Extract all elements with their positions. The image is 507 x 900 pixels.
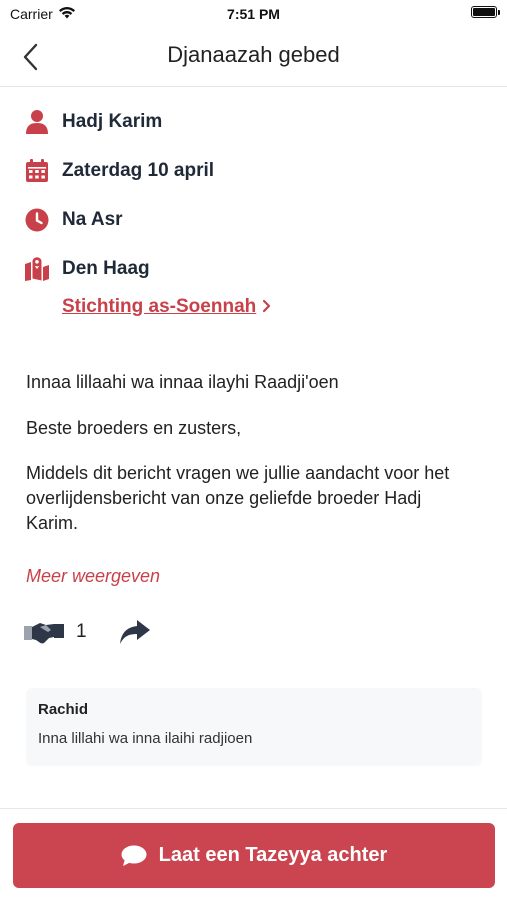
clock-icon — [24, 207, 50, 233]
battery-icon — [471, 6, 500, 18]
cta-label: Laat een Tazeyya achter — [158, 844, 388, 866]
condolence-count: 1 — [76, 621, 87, 642]
show-more-link[interactable]: Meer weergeven — [26, 566, 160, 587]
map-icon — [24, 256, 50, 282]
message-line-1: Innaa lillaahi wa innaa ilayhi Raadji'oe… — [26, 372, 339, 392]
condolence-button[interactable] — [24, 615, 64, 649]
message-line-3: Middels dit bericht vragen we jullie aan… — [26, 463, 450, 533]
organization-label: Stichting as-Soennah — [62, 296, 257, 317]
name-row: Hadj Karim — [24, 109, 162, 135]
funeral-date: Zaterdag 10 april — [62, 160, 215, 181]
comment-text: Inna lillahi wa inna ilaihi radjioen — [38, 730, 253, 747]
date-row: Zaterdag 10 april — [24, 158, 214, 184]
share-icon — [119, 620, 150, 644]
funeral-time: Na Asr — [62, 209, 123, 230]
status-bar: Carrier 7:51 PM — [0, 0, 507, 28]
action-bar: 1 — [24, 615, 155, 649]
user-icon — [24, 109, 50, 135]
page-title: Djanaazah gebed — [167, 42, 340, 67]
comment-card: Rachid Inna lillahi wa inna ilaihi radji… — [26, 688, 482, 766]
chevron-right-icon — [262, 297, 272, 318]
funeral-location: Den Haag — [62, 258, 150, 279]
comment-author: Rachid — [38, 701, 89, 718]
organization-link[interactable]: Stichting as-Soennah — [62, 296, 272, 318]
status-time: 7:51 PM — [227, 6, 280, 22]
location-row: Den Haag — [24, 256, 150, 282]
chat-bubble-icon — [121, 844, 149, 868]
time-row: Na Asr — [24, 207, 123, 233]
handshake-icon — [24, 623, 64, 644]
share-button[interactable] — [119, 615, 155, 649]
deceased-name: Hadj Karim — [62, 111, 163, 132]
leave-tazeyya-button[interactable]: Laat een Tazeyya achter — [13, 823, 495, 888]
footer-divider — [0, 808, 507, 809]
calendar-icon — [24, 158, 50, 184]
message-line-2: Beste broeders en zusters, — [26, 418, 242, 438]
status-right — [471, 6, 500, 18]
navigation-bar: Djanaazah gebed — [0, 28, 507, 87]
